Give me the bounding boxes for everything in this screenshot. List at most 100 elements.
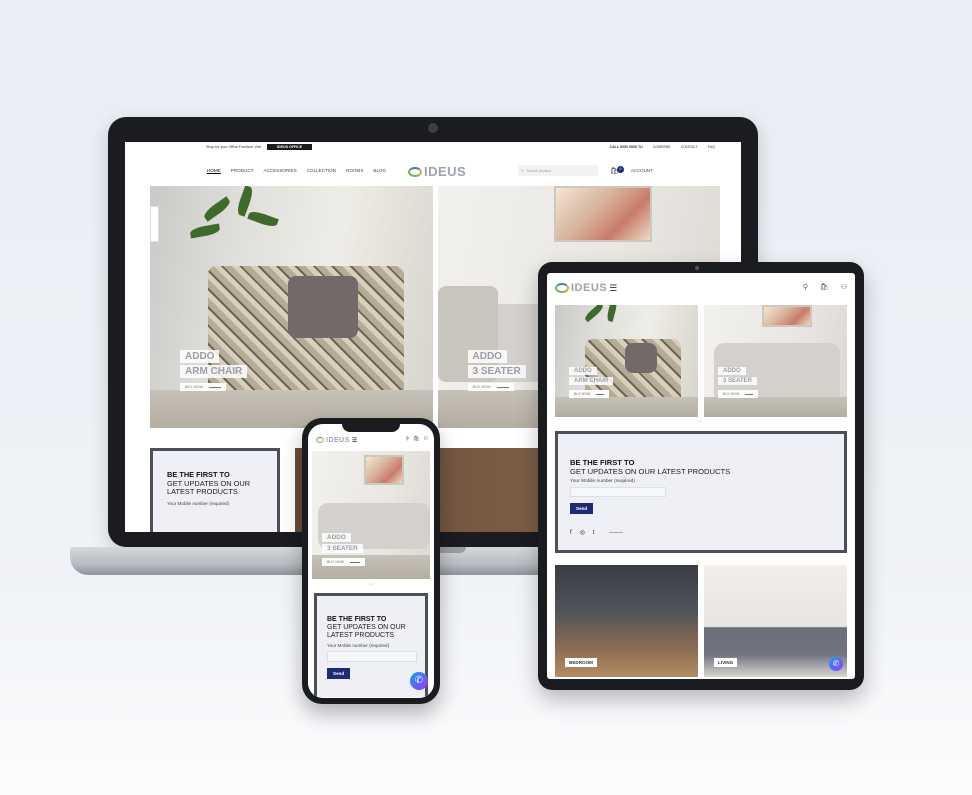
logo-wordmark: IDEUS [326,436,350,444]
plant-leaf [189,223,221,239]
divider [608,532,623,533]
slider-prev-tab[interactable] [150,206,159,242]
tablet: IDEUS ☰ ⚲ 🛍 ⚇ ADDO ARM CHAIR BUY NOW ADD… [538,262,864,690]
newsletter-subheading: GET UPDATES ON OUR LATEST PRODUCTS [570,467,731,476]
hamburger-icon[interactable]: ☰ [352,437,357,444]
hero-title-line1: ADDO [322,533,351,542]
newsletter-heading: BE THE FIRST TO [570,458,635,467]
newsletter-subheading-line2: LATEST PRODUCTS [327,632,395,639]
hero-title-line2: ARM CHAIR [180,365,248,378]
buy-now-button[interactable]: BUY NOW [322,558,366,566]
twitter-icon[interactable]: t [593,530,595,536]
user-icon[interactable]: ⚇ [841,283,847,291]
send-button[interactable]: Send [327,668,351,679]
facebook-icon[interactable]: f [570,530,572,536]
buy-now-button[interactable]: BUY NOW [718,390,759,398]
newsletter-section: BE THE FIRST TO GET UPDATES ON OUR LATES… [555,431,847,553]
nav-collection[interactable]: COLLECTION [307,168,336,174]
send-button[interactable]: Send [570,503,594,514]
tablet-header: IDEUS ☰ ⚲ 🛍 ⚇ [547,273,855,303]
hero-slide-armchair[interactable]: ADDO ARM CHAIR BUY NOW [150,186,433,428]
room-label: BEDROOM [565,658,597,667]
tablet-camera [695,266,699,270]
search-icon[interactable]: ⚲ [405,436,409,442]
hero-title-line2: 3 SEATER [322,544,363,553]
hamburger-icon[interactable]: ☰ [609,283,617,294]
room-tile-living[interactable]: LIVING ✆ [704,565,847,677]
contact-link[interactable]: CONTACT [681,145,698,149]
nav-product[interactable]: PRODUCT [231,168,254,174]
cushion-image [288,276,358,338]
cart-icon[interactable]: 🛍 [820,283,829,291]
device-mockup-scene: Shop for your Office Furniture Visit IDE… [0,0,972,795]
arrow-right-icon [596,393,605,395]
hero-label: ADDO ARM CHAIR BUY NOW [569,367,614,398]
brand-logo[interactable]: IDEUS [408,164,466,179]
search-icon[interactable]: ⚲ [803,283,808,291]
brand-logo[interactable]: IDEUS [555,282,607,294]
call-number: CALL 0000 0000 TU [609,145,643,149]
room-label: LIVING [714,658,738,667]
mobile-number-input[interactable] [570,487,666,497]
logo-mark-icon [316,437,324,443]
buy-now-button[interactable]: BUY NOW [569,390,610,398]
user-icon[interactable]: ⚇ [424,436,428,442]
search-placeholder: Search product [526,168,552,173]
logo-wordmark: IDEUS [571,282,608,294]
plant-leaf [605,305,619,323]
hero-slide-3-seater[interactable]: ADDO 3 SEATER BUY NOW [704,305,847,417]
compare-link[interactable]: COMPARE [653,145,671,149]
hero-label: ADDO 3 SEATER BUY NOW [467,350,526,391]
brand-logo[interactable]: IDEUS [316,437,350,444]
rooms-grid: BEDROOM LIVING ✆ [555,565,847,677]
mobile-number-label: Your Mobile number (required) [327,643,390,648]
plant-leaf [247,209,279,229]
nav-accessories[interactable]: ACCESSORIES [264,168,297,174]
phone-screen: IDEUS ☰ ⚲ 🛍 ⚇ ADDO 3 SEATER BUY NOW ● ● … [308,424,434,698]
phone: IDEUS ☰ ⚲ 🛍 ⚇ ADDO 3 SEATER BUY NOW ● ● … [302,418,440,704]
wall-painting [364,455,404,485]
promo-text: Shop for your Office Furniture Visit [206,145,261,149]
hero-title-line2: 3 SEATER [718,377,757,385]
wall-painting [762,305,812,327]
main-nav: HOME PRODUCT ACCESSORIES COLLECTION ROOM… [125,152,741,189]
hero-label: ADDO ARM CHAIR BUY NOW [180,350,248,391]
messenger-icon[interactable]: ✆ [829,657,843,671]
arrow-right-icon [496,386,509,388]
floor [555,397,698,417]
buy-now-button[interactable]: BUY NOW [180,383,227,391]
search-icon: ⚲ [521,168,524,173]
hero-title-line1: ADDO [180,350,220,363]
hero-slider: ADDO ARM CHAIR BUY NOW ADDO 3 SEATER BUY… [555,305,847,417]
laptop-camera [428,123,438,133]
mobile-number-input[interactable] [327,651,417,662]
floor [704,397,847,417]
mobile-number-label: Your Mobile number (required) [167,500,230,506]
search-input[interactable]: ⚲ Search product [518,165,598,176]
messenger-icon[interactable]: ✆ [410,672,428,690]
slider-dots[interactable]: ● ● [308,582,434,586]
logo-mark-icon [555,283,569,293]
nav-home[interactable]: HOME [207,168,221,174]
cart-count-badge: 0 [617,165,624,173]
arrow-right-icon [350,561,361,563]
office-badge-link[interactable]: IDEUS OFFICE [267,144,313,150]
cart-icon[interactable]: 🛍 [413,436,419,442]
faq-link[interactable]: FAQ [708,145,715,149]
hero-title-line1: ADDO [718,367,746,375]
hero-slide-armchair[interactable]: ADDO ARM CHAIR BUY NOW [555,305,698,417]
cart-button[interactable]: 🛍 0 [610,165,624,175]
buy-now-button[interactable]: BUY NOW [467,383,514,391]
account-link[interactable]: ACCOUNT [631,168,653,173]
social-links: f ◎ t [570,529,832,536]
logo-mark-icon [408,166,422,177]
hero-title-line2: ARM CHAIR [569,377,614,385]
arrow-right-icon [745,393,754,395]
room-tile-bedroom[interactable]: BEDROOM [555,565,698,677]
hero-title-line2: 3 SEATER [467,365,526,378]
nav-blog[interactable]: BLOG [373,168,386,174]
hero-slide-3-seater[interactable]: ADDO 3 SEATER BUY NOW [312,451,430,579]
nav-rooms[interactable]: ROOMS [346,168,363,174]
instagram-icon[interactable]: ◎ [580,529,585,536]
slider-dots[interactable]: ● ● [697,419,701,423]
